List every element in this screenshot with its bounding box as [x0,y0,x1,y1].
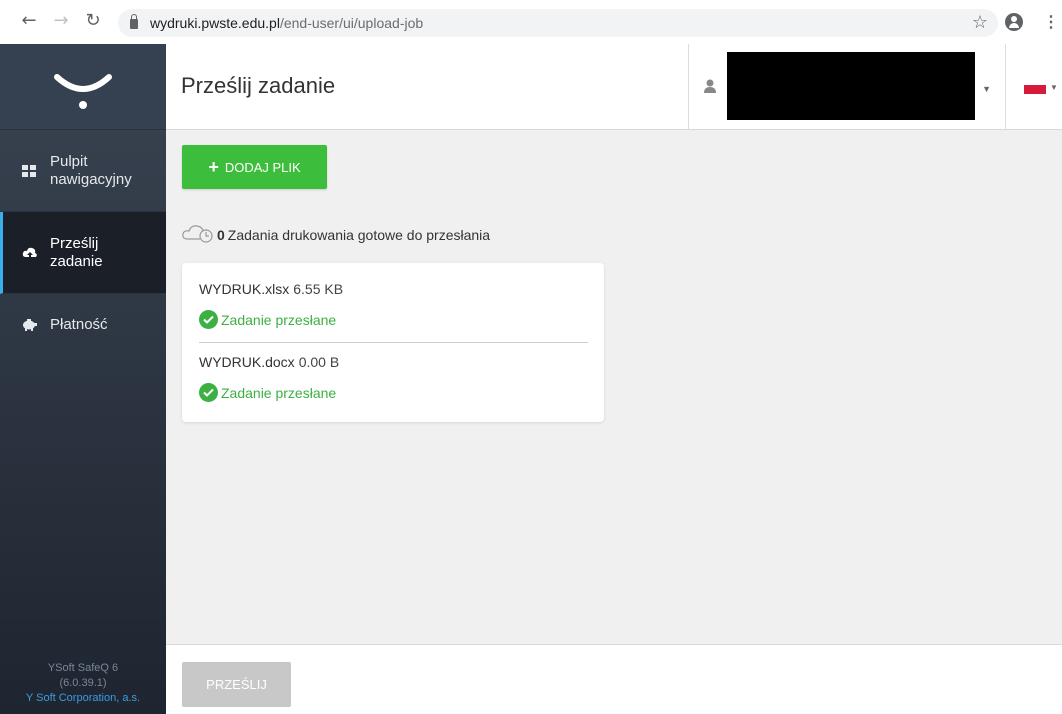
file-name: WYDRUK.docx [199,354,295,370]
url-host: wydruki.pwste.edu.pl [150,15,280,31]
label-line: nawigacyjny [50,170,132,188]
file-status: Zadanie przesłane [199,310,336,329]
upload-status: 0 Zadania drukowania gotowe do przesłani… [182,223,490,246]
file-status-text: Zadanie przesłane [221,384,337,401]
menu-kebab-icon[interactable]: ⋮ [1043,12,1059,32]
check-circle-icon [199,310,218,329]
browser-toolbar: ← → ↻ wydruki.pwste.edu.pl/end-user/ui/u… [0,0,1062,44]
language-flag-icon[interactable] [1024,85,1046,94]
address-bar[interactable]: wydruki.pwste.edu.pl/end-user/ui/upload-… [118,9,998,37]
jobs-count: 0 [217,226,225,243]
check-circle-icon [199,383,218,402]
page-footer: PRZEŚLIJ [166,644,1062,714]
cloud-upload-icon [22,246,37,260]
forward-arrow-icon[interactable]: → [50,10,72,31]
profile-icon[interactable] [1005,13,1023,31]
sidebar-item-label: Pulpit nawigacyjny [50,153,132,189]
chevron-down-icon[interactable]: ▼ [1050,83,1058,92]
label-line: Prześlij [50,234,99,252]
file-status: Zadanie przesłane [199,383,336,402]
sidebar-item-payment[interactable]: Płatność [0,294,166,356]
user-menu[interactable]: ▼ [688,44,1006,130]
label-line: zadanie [50,252,103,270]
page-header: Prześlij zadanie ▼ ▼ [166,44,1062,130]
bookmark-star-icon[interactable]: ☆ [972,12,988,33]
chevron-down-icon: ▼ [982,84,991,94]
reload-icon[interactable]: ↻ [82,10,104,31]
upload-content: + DODAJ PLIK 0 Zadania drukowania gotowe… [166,130,1062,644]
label-line: Pulpit [50,152,88,170]
back-arrow-icon[interactable]: ← [18,10,40,31]
sidebar: Pulpit nawigacyjny Prześlij zadanie Płat… [0,44,166,714]
sidebar-item-upload-job[interactable]: Prześlij zadanie [0,212,166,294]
logo[interactable] [0,44,166,130]
plus-icon: + [208,156,219,177]
send-button[interactable]: PRZEŚLIJ [182,662,291,707]
file-name: WYDRUK.xlsx [199,281,290,297]
uploaded-files-card: WYDRUK.xlsx 6.55 KB Zadanie przesłane WYD… [182,263,604,422]
url-path: /end-user/ui/upload-job [279,15,424,31]
file-status-text: Zadanie przesłane [221,311,337,328]
file-item: WYDRUK.xlsx 6.55 KB [199,281,343,297]
cloud-clock-icon [182,223,214,246]
ysoft-logo-icon [54,73,112,109]
file-size: 6.55 KB [293,281,344,297]
sidebar-item-label: Prześlij zadanie [50,235,103,271]
add-file-label: DODAJ PLIK [224,159,301,175]
app-version-info: YSoft SafeQ 6 (6.0.39.1) Y Soft Corporat… [0,661,166,706]
sidebar-item-dashboard[interactable]: Pulpit nawigacyjny [0,130,166,212]
product-version: (6.0.39.1) [59,677,107,689]
page-title: Prześlij zadanie [181,73,336,98]
divider [199,342,588,343]
lock-icon [130,14,138,29]
add-file-button[interactable]: + DODAJ PLIK [182,145,327,189]
piggy-bank-icon [22,318,37,332]
company-link[interactable]: Y Soft Corporation, a.s. [0,691,166,706]
dashboard-grid-icon [22,164,36,178]
file-item: WYDRUK.docx 0.00 B [199,354,339,370]
sidebar-item-label: Płatność [50,315,108,333]
user-icon [704,79,716,93]
user-name-redacted [727,52,975,120]
product-name: YSoft SafeQ 6 [47,662,119,674]
jobs-status-text: Zadania drukowania gotowe do przesłania [227,226,491,243]
file-size: 0.00 B [298,354,340,370]
